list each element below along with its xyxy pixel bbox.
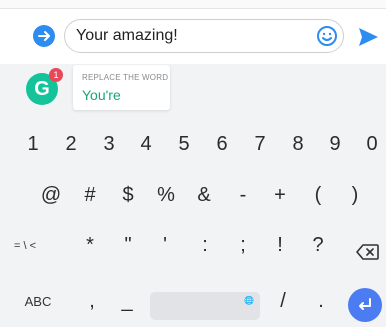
- key-1[interactable]: 1: [23, 133, 43, 156]
- send-icon[interactable]: [356, 25, 380, 49]
- key-2[interactable]: 2: [61, 133, 81, 156]
- key-plus[interactable]: +: [270, 184, 290, 207]
- emoji-icon[interactable]: [316, 25, 338, 47]
- grammarly-badge: 1: [49, 68, 63, 82]
- key-6[interactable]: 6: [212, 133, 232, 156]
- arrow-right-icon: [38, 31, 50, 41]
- enter-button[interactable]: [348, 288, 382, 322]
- key-double-quote[interactable]: ": [118, 234, 138, 257]
- key-period[interactable]: .: [313, 290, 329, 313]
- key-minus[interactable]: -: [233, 184, 253, 207]
- key-abc[interactable]: ABC: [20, 294, 56, 309]
- globe-icon: 🌐: [244, 296, 254, 305]
- status-divider: [0, 0, 386, 9]
- key-5[interactable]: 5: [174, 133, 194, 156]
- key-slash[interactable]: /: [275, 290, 291, 313]
- key-7[interactable]: 7: [250, 133, 270, 156]
- key-dollar[interactable]: $: [118, 184, 138, 207]
- key-percent[interactable]: %: [155, 184, 177, 207]
- key-9[interactable]: 9: [325, 133, 345, 156]
- backspace-icon[interactable]: [356, 243, 380, 261]
- suggestion-word: You're: [82, 87, 121, 103]
- key-question[interactable]: ?: [308, 234, 328, 257]
- key-asterisk[interactable]: *: [80, 234, 100, 257]
- key-single-quote[interactable]: ': [155, 234, 175, 257]
- suggestion-card[interactable]: REPLACE THE WORD You're: [73, 65, 170, 110]
- key-0[interactable]: 0: [362, 133, 382, 156]
- key-close-paren[interactable]: ): [345, 184, 365, 207]
- key-4[interactable]: 4: [136, 133, 156, 156]
- key-underscore[interactable]: _: [118, 290, 136, 313]
- key-8[interactable]: 8: [288, 133, 308, 156]
- enter-icon: [359, 298, 371, 310]
- key-ampersand[interactable]: &: [193, 184, 215, 207]
- key-comma[interactable]: ,: [84, 290, 100, 313]
- key-hash[interactable]: #: [80, 184, 100, 207]
- key-colon[interactable]: :: [195, 234, 215, 257]
- arrow-right-button[interactable]: [33, 25, 55, 47]
- key-exclamation[interactable]: !: [270, 234, 290, 257]
- message-input[interactable]: Your amazing!: [64, 19, 344, 53]
- key-more-symbols[interactable]: = \ <: [7, 240, 43, 252]
- suggestion-label: REPLACE THE WORD: [82, 73, 169, 82]
- key-semicolon[interactable]: ;: [233, 234, 253, 257]
- key-3[interactable]: 3: [99, 133, 119, 156]
- key-at[interactable]: @: [39, 184, 63, 207]
- key-open-paren[interactable]: (: [308, 184, 328, 207]
- message-text: Your amazing!: [76, 27, 178, 44]
